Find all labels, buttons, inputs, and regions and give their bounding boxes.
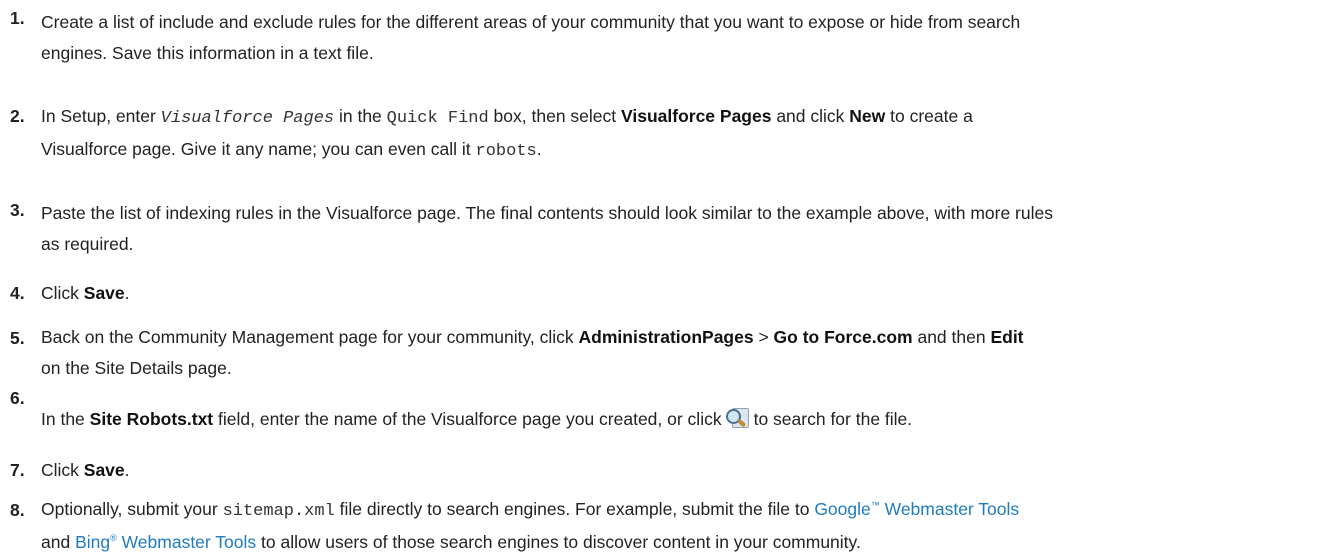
google-webmaster-tools-link[interactable]: Google™ Webmaster Tools (814, 499, 1019, 519)
text-run: file directly to search engines. For exa… (334, 499, 815, 519)
step-line: as required. (41, 234, 134, 254)
text-run: and (41, 532, 76, 552)
step-number: 4. (10, 283, 25, 303)
text-run: to search for the file. (753, 409, 913, 429)
step-text: Create a list of include and exclude rul… (41, 7, 1303, 69)
code-text: Visualforce Pages (160, 109, 335, 128)
step-line: Click Save. (41, 455, 1303, 486)
step-text: Paste the list of indexing rules in the … (41, 198, 1303, 260)
text-run: In the (41, 409, 90, 429)
step-number: 2. (10, 106, 25, 126)
step-number: 5. (10, 328, 25, 348)
step-text: In the Site Robots.txt field, enter the … (41, 404, 1303, 435)
text-run: and then (912, 327, 991, 347)
step-number: 3. (10, 200, 25, 220)
save-label: Save (83, 460, 125, 480)
text-run: field, enter the name of the Visualforce… (213, 409, 722, 429)
step-number: 7. (10, 460, 25, 480)
bold-label: AdministrationPages (578, 327, 754, 347)
text-run: Back on the Community Management page fo… (41, 327, 579, 347)
step-text: Back on the Community Management page fo… (41, 322, 1303, 384)
bold-label: Go to Force.com (773, 327, 913, 347)
step-line: Click Save. (41, 278, 1303, 309)
step-number: 6. (10, 388, 25, 408)
step-text: In Setup, enter Visualforce Pages in the… (41, 101, 1303, 167)
step-line: Paste the list of indexing rules in the … (41, 203, 1053, 223)
text-run: > (753, 327, 774, 347)
bold-label: Visualforce Pages (621, 106, 772, 126)
text-run: to allow users of those search engines t… (256, 532, 861, 552)
text-run: Visualforce page. Give it any name; you … (41, 139, 476, 159)
step-line: Create a list of include and exclude rul… (41, 12, 1021, 32)
text-run: . (536, 139, 542, 159)
lookup-search-icon[interactable] (725, 408, 749, 428)
step-line: on the Site Details page. (41, 358, 232, 378)
bing-webmaster-tools-link[interactable]: Bing® Webmaster Tools (75, 532, 256, 552)
text-run: In Setup, enter (41, 106, 161, 126)
bold-label: Edit (990, 327, 1024, 347)
step-text: Optionally, submit your sitemap.xml file… (41, 494, 1303, 558)
text-run: Optionally, submit your (41, 499, 223, 519)
bold-label: New (849, 106, 886, 126)
step-line: In the Site Robots.txt field, enter the … (41, 404, 1303, 435)
step-number: 1. (10, 8, 25, 28)
step-text: Click Save. (41, 455, 1303, 486)
step-line: Visualforce page. Give it any name; you … (41, 134, 1303, 167)
code-text: sitemap.xml (222, 502, 335, 521)
save-label: Save (83, 283, 125, 303)
text-run: to create a (885, 106, 973, 126)
text-run: and click (771, 106, 850, 126)
bold-label: Site Robots.txt (89, 409, 214, 429)
step-line: engines. Save this information in a text… (41, 43, 374, 63)
text-run: . (124, 283, 130, 303)
text-run: box, then select (488, 106, 621, 126)
step-line: and Bing® Webmaster Tools to allow users… (41, 527, 1303, 558)
step-line: Optionally, submit your sitemap.xml file… (41, 494, 1303, 527)
text-run: . (124, 460, 130, 480)
step-line: Back on the Community Management page fo… (41, 322, 1303, 353)
step-line: In Setup, enter Visualforce Pages in the… (41, 101, 1303, 134)
step-text: Click Save. (41, 278, 1303, 309)
step-number: 8. (10, 500, 25, 520)
text-run: Click (41, 460, 84, 480)
code-text: robots (475, 142, 537, 161)
text-run: in the (334, 106, 387, 126)
text-run: Click (41, 283, 84, 303)
code-text: Quick Find (386, 109, 489, 128)
document-page: 1. Create a list of include and exclude … (0, 0, 1318, 556)
